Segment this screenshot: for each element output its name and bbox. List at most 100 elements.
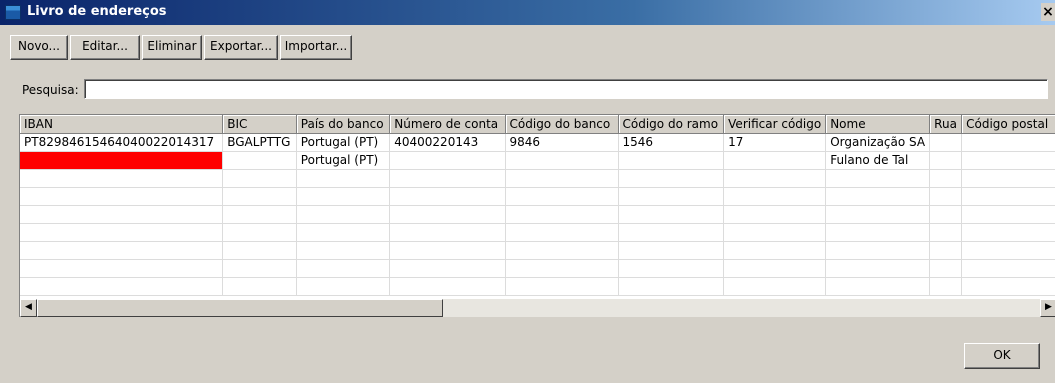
table-cell[interactable]: 9846 (505, 133, 619, 152)
table-row[interactable] (20, 277, 1055, 296)
column-header[interactable]: Número de conta (389, 115, 506, 134)
table-cell[interactable] (222, 241, 297, 260)
table-cell[interactable] (961, 277, 1055, 296)
table-cell[interactable] (825, 169, 931, 188)
table-cell[interactable] (723, 259, 827, 278)
table-cell[interactable] (20, 151, 224, 170)
table-cell[interactable] (20, 187, 224, 206)
table-cell[interactable] (825, 223, 931, 242)
table-cell[interactable] (222, 169, 297, 188)
column-header[interactable]: Código postal (961, 115, 1055, 134)
table-cell[interactable] (389, 169, 506, 188)
table-cell[interactable] (723, 277, 827, 296)
table-cell[interactable] (20, 169, 224, 188)
table-cell[interactable] (825, 277, 931, 296)
table-cell[interactable] (929, 259, 963, 278)
column-header[interactable]: Verificar código (723, 115, 827, 134)
table-cell[interactable] (505, 205, 619, 224)
table-cell[interactable] (505, 151, 619, 170)
import-button[interactable]: Importar... (280, 35, 352, 60)
table-cell[interactable] (389, 241, 506, 260)
table-cell[interactable] (222, 151, 297, 170)
scroll-right-icon[interactable]: ▶ (1040, 299, 1055, 317)
table-cell[interactable] (961, 169, 1055, 188)
search-input[interactable] (84, 79, 1048, 99)
table-cell[interactable] (389, 259, 506, 278)
table-cell[interactable] (825, 187, 931, 206)
table-cell[interactable] (389, 151, 506, 170)
table-cell[interactable] (222, 277, 297, 296)
table-cell[interactable] (20, 223, 224, 242)
table-cell[interactable] (961, 187, 1055, 206)
export-button[interactable]: Exportar... (204, 35, 278, 60)
table-cell[interactable] (961, 151, 1055, 170)
column-header[interactable]: Rua (929, 115, 963, 134)
table-cell[interactable] (825, 259, 931, 278)
table-cell[interactable] (222, 187, 297, 206)
ok-button[interactable]: OK (964, 343, 1040, 369)
column-header[interactable]: País do banco (296, 115, 391, 134)
table-row[interactable] (20, 205, 1055, 224)
column-header[interactable]: Código do ramo (618, 115, 725, 134)
table-cell[interactable] (505, 223, 619, 242)
table-cell[interactable] (389, 277, 506, 296)
table-cell[interactable] (296, 205, 391, 224)
scroll-left-icon[interactable]: ◀ (20, 299, 37, 317)
table-cell[interactable] (929, 223, 963, 242)
table-cell[interactable] (723, 205, 827, 224)
table-cell[interactable] (389, 205, 506, 224)
table-cell[interactable] (929, 205, 963, 224)
table-cell[interactable] (505, 241, 619, 260)
table-row[interactable]: PT82984615464040022014317 BGALPTTG Portuga… (20, 133, 1055, 152)
horizontal-scrollbar[interactable]: ◀ ▶ (20, 299, 1055, 317)
column-header[interactable]: Nome (825, 115, 931, 134)
table-cell[interactable] (222, 223, 297, 242)
table-cell[interactable] (296, 187, 391, 206)
table-cell[interactable] (505, 277, 619, 296)
table-cell[interactable] (929, 133, 963, 152)
table-row[interactable] (20, 223, 1055, 242)
edit-button[interactable]: Editar... (70, 35, 140, 60)
table-cell[interactable]: Fulano de Tal (825, 151, 931, 170)
table-cell[interactable] (20, 241, 224, 260)
table-cell[interactable] (296, 241, 391, 260)
table-cell[interactable] (296, 259, 391, 278)
table-cell[interactable] (618, 223, 725, 242)
table-cell[interactable] (961, 205, 1055, 224)
table-cell[interactable] (929, 277, 963, 296)
table-row[interactable] (20, 187, 1055, 206)
table-cell[interactable]: Organização SA (825, 133, 931, 152)
table-cell[interactable] (505, 187, 619, 206)
table-cell[interactable] (618, 187, 725, 206)
table-row[interactable] (20, 241, 1055, 260)
table-cell[interactable] (296, 169, 391, 188)
table-cell[interactable]: 40400220143 (389, 133, 506, 152)
table-cell[interactable] (618, 169, 725, 188)
table-cell[interactable] (618, 151, 725, 170)
table-cell[interactable] (618, 259, 725, 278)
table-row[interactable] (20, 259, 1055, 278)
table-cell[interactable] (723, 241, 827, 260)
table-cell[interactable] (618, 205, 725, 224)
table-cell[interactable] (723, 223, 827, 242)
table-cell[interactable] (618, 277, 725, 296)
table-cell[interactable] (389, 223, 506, 242)
table-cell[interactable] (723, 187, 827, 206)
table-cell[interactable] (723, 169, 827, 188)
table-cell[interactable] (222, 205, 297, 224)
table-cell[interactable] (296, 277, 391, 296)
table-cell[interactable] (825, 205, 931, 224)
table-cell[interactable]: Portugal (PT) (296, 151, 391, 170)
delete-button[interactable]: Eliminar (142, 35, 202, 60)
column-header[interactable]: Código do banco (505, 115, 619, 134)
table-cell[interactable]: BGALPTTG (222, 133, 297, 152)
table-cell[interactable] (618, 241, 725, 260)
table-cell[interactable] (389, 187, 506, 206)
table-cell[interactable] (20, 277, 224, 296)
table-cell[interactable] (825, 241, 931, 260)
table-cell[interactable] (961, 241, 1055, 260)
table-cell[interactable] (296, 223, 391, 242)
table-cell[interactable] (929, 187, 963, 206)
table-row[interactable] (20, 169, 1055, 188)
table-cell[interactable] (20, 205, 224, 224)
